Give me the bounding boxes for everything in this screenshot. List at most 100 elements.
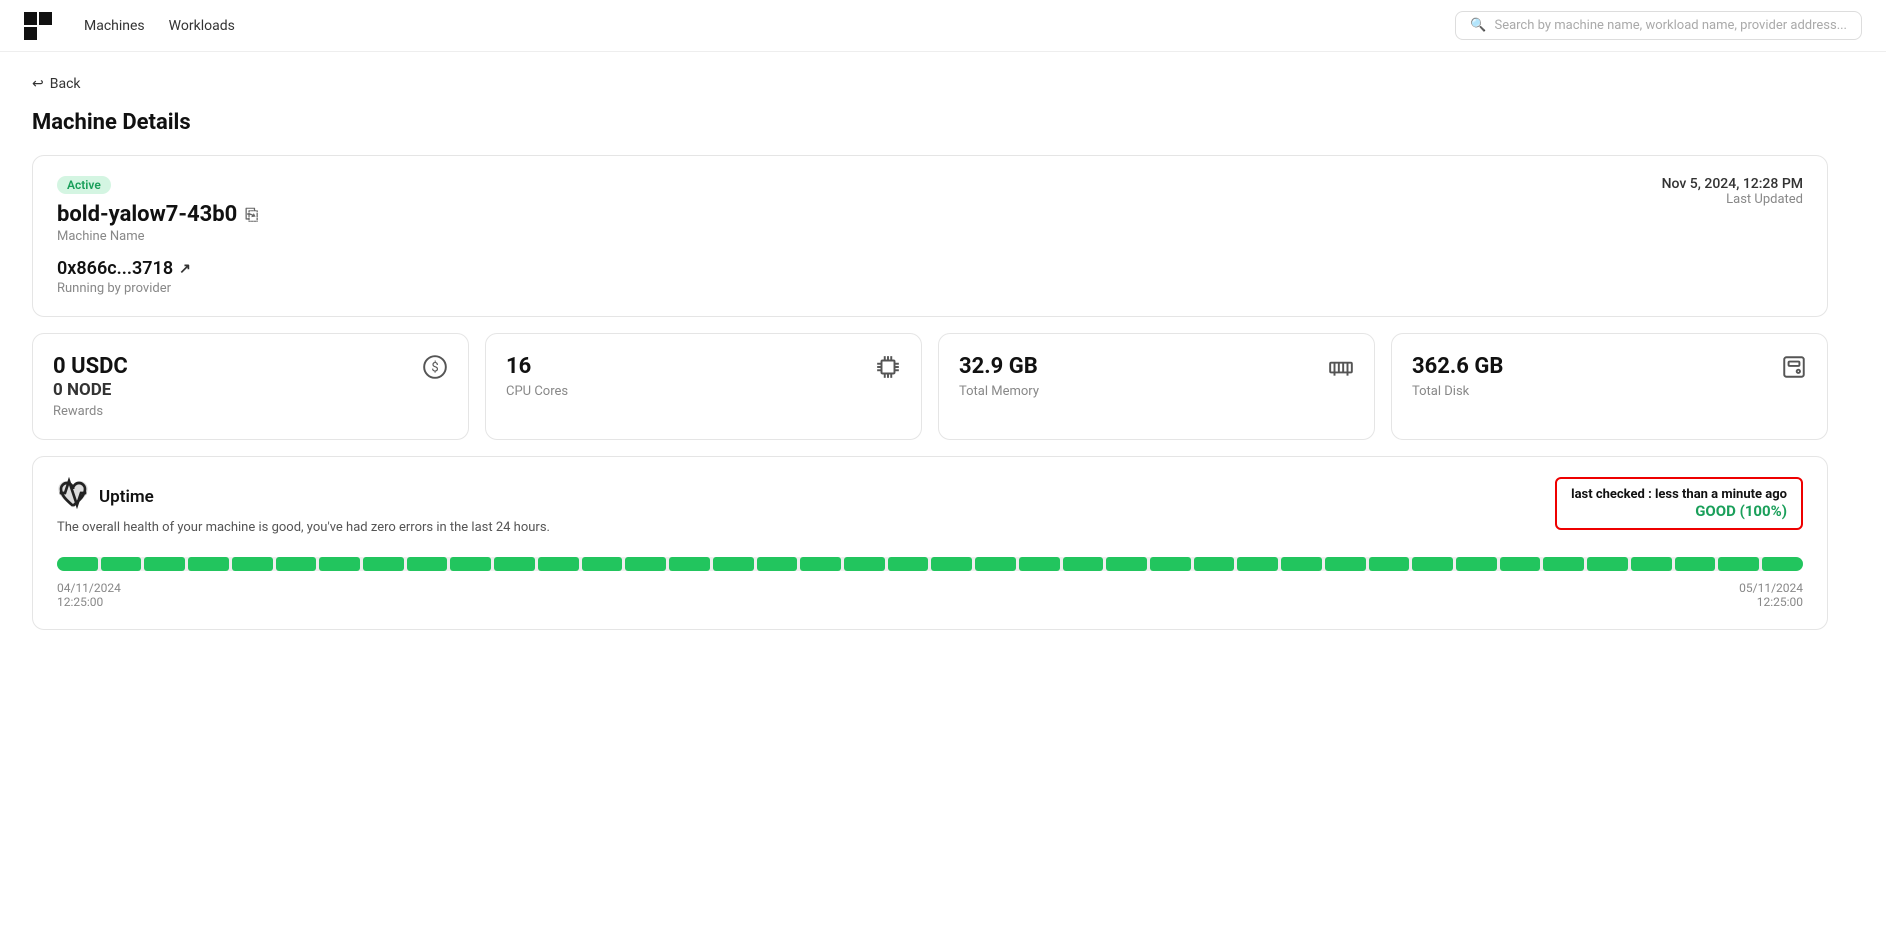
rewards-icon: $: [422, 354, 448, 386]
uptime-left: Uptime The overall health of your machin…: [57, 477, 550, 549]
bar-segment: [1019, 557, 1060, 571]
bar-segment: [713, 557, 754, 571]
bar-segment: [407, 557, 448, 571]
stat-value-disk: 362.6 GB: [1412, 354, 1503, 380]
uptime-header: Uptime The overall health of your machin…: [57, 477, 1803, 549]
last-checked-prefix: last checked :: [1571, 487, 1655, 502]
machine-header-card: Active bold-yalow7-43b0 ⎘ Machine Name 0…: [32, 155, 1828, 317]
back-button[interactable]: ↩ Back: [32, 76, 1828, 92]
uptime-card: Uptime The overall health of your machin…: [32, 456, 1828, 630]
bar-segment: [975, 557, 1016, 571]
topnav: Machines Workloads 🔍 Search by machine n…: [0, 0, 1886, 52]
bar-segment: [363, 557, 404, 571]
bar-segment: [1237, 557, 1278, 571]
bar-segment: [1150, 557, 1191, 571]
bar-segment: [1718, 557, 1759, 571]
bar-segment: [538, 557, 579, 571]
stat-content-cpu: 16 CPU Cores: [506, 354, 568, 399]
stat-label-disk: Total Disk: [1412, 384, 1503, 399]
copy-icon[interactable]: ⎘: [245, 205, 258, 225]
last-checked-label: last checked : less than a minute ago: [1571, 487, 1787, 502]
last-checked-value: less than a minute ago: [1655, 487, 1787, 502]
svg-text:$: $: [431, 360, 438, 375]
bar-segment: [757, 557, 798, 571]
stat-content-memory: 32.9 GB Total Memory: [959, 354, 1039, 399]
nav-machines[interactable]: Machines: [84, 18, 145, 34]
uptime-status-box: last checked : less than a minute ago GO…: [1555, 477, 1803, 530]
bar-segment: [1194, 557, 1235, 571]
uptime-description: The overall health of your machine is go…: [57, 520, 550, 535]
stats-row: 0 USDC 0 NODE Rewards $ 16 CPU Cores: [32, 333, 1828, 440]
bar-segment: [844, 557, 885, 571]
back-arrow-icon: ↩: [32, 76, 44, 92]
date-labels: 04/11/2024 12:25:00 05/11/2024 12:25:00: [57, 581, 1803, 609]
bar-segment: [1456, 557, 1497, 571]
last-updated-label: Last Updated: [1662, 192, 1803, 207]
cpu-icon: [875, 354, 901, 386]
machine-name-label: Machine Name: [57, 229, 258, 244]
stat-label-cpu: CPU Cores: [506, 384, 568, 399]
stat-content-disk: 362.6 GB Total Disk: [1412, 354, 1503, 399]
date-end: 05/11/2024 12:25:00: [1739, 581, 1803, 609]
last-updated-date: Nov 5, 2024, 12:28 PM: [1662, 176, 1803, 192]
stat-label-memory: Total Memory: [959, 384, 1039, 399]
bar-segment: [276, 557, 317, 571]
bar-segment: [450, 557, 491, 571]
date-start: 04/11/2024 12:25:00: [57, 581, 121, 609]
bar-segment: [800, 557, 841, 571]
stat-card-rewards: 0 USDC 0 NODE Rewards $: [32, 333, 469, 440]
bar-segment: [144, 557, 185, 571]
stat-value-usdc: 0 USDC: [53, 354, 128, 380]
uptime-bar-segments: [57, 557, 1803, 571]
logo[interactable]: [24, 12, 52, 40]
bar-segment: [1587, 557, 1628, 571]
stat-value-memory: 32.9 GB: [959, 354, 1039, 380]
bar-segment: [888, 557, 929, 571]
bar-segment: [625, 557, 666, 571]
bar-segment: [1631, 557, 1672, 571]
bar-segment: [101, 557, 142, 571]
bar-segment: [494, 557, 535, 571]
bar-segment: [1543, 557, 1584, 571]
bar-segment: [1412, 557, 1453, 571]
nav-workloads[interactable]: Workloads: [169, 18, 235, 34]
stat-content-rewards: 0 USDC 0 NODE Rewards: [53, 354, 128, 419]
status-badge: Active: [57, 176, 111, 194]
search-icon: 🔍: [1470, 18, 1486, 33]
uptime-bar-container: [57, 557, 1803, 571]
uptime-status-value: GOOD (100%): [1571, 502, 1787, 520]
bar-segment: [1369, 557, 1410, 571]
stat-card-memory: 32.9 GB Total Memory: [938, 333, 1375, 440]
bar-segment: [232, 557, 273, 571]
bar-segment: [1063, 557, 1104, 571]
search-placeholder: Search by machine name, workload name, p…: [1494, 18, 1847, 33]
machine-header-left: Active bold-yalow7-43b0 ⎘ Machine Name 0…: [57, 176, 258, 296]
machine-header-right: Nov 5, 2024, 12:28 PM Last Updated: [1662, 176, 1803, 207]
stat-label-rewards: Rewards: [53, 404, 128, 419]
provider-label: Running by provider: [57, 281, 258, 296]
machine-name: bold-yalow7-43b0: [57, 202, 237, 227]
bar-segment: [1325, 557, 1366, 571]
bar-segment: [188, 557, 229, 571]
bar-segment: [319, 557, 360, 571]
back-label: Back: [50, 76, 81, 92]
stat-card-cpu: 16 CPU Cores: [485, 333, 922, 440]
provider-address: 0x866c...3718: [57, 258, 173, 279]
page-title: Machine Details: [32, 110, 1828, 135]
memory-icon: [1328, 354, 1354, 386]
nav-links: Machines Workloads: [84, 18, 235, 34]
bar-segment: [931, 557, 972, 571]
provider-address-row: 0x866c...3718 ↗: [57, 258, 258, 279]
stat-value-cpu: 16: [506, 354, 568, 380]
search-bar[interactable]: 🔍 Search by machine name, workload name,…: [1455, 11, 1862, 40]
uptime-heartbeat-icon: [57, 477, 89, 516]
stat-card-disk: 362.6 GB Total Disk: [1391, 333, 1828, 440]
disk-icon: [1781, 354, 1807, 386]
external-link-icon[interactable]: ↗: [179, 261, 191, 277]
bar-segment: [1500, 557, 1541, 571]
uptime-icon-row: Uptime: [57, 477, 550, 516]
bar-segment: [582, 557, 623, 571]
bar-segment: [57, 557, 98, 571]
main-content: ↩ Back Machine Details Active bold-yalow…: [0, 52, 1860, 654]
bar-segment: [1675, 557, 1716, 571]
